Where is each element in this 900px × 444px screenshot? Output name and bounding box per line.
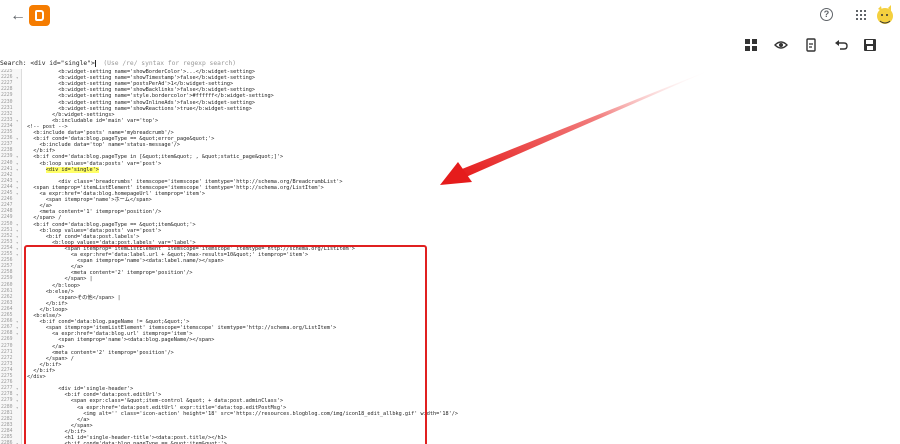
save-icon[interactable] — [863, 38, 877, 52]
blogger-logo-icon[interactable] — [29, 5, 50, 26]
search-match-highlight: <div id='single'> — [45, 166, 99, 173]
text-cursor — [94, 59, 96, 67]
search-input[interactable]: <div id="single"> — [30, 60, 94, 67]
editor-toolbar — [0, 32, 900, 58]
search-hint: (Use /re/ syntax for regexp search) — [103, 60, 237, 67]
apps-grid-icon[interactable] — [856, 10, 866, 20]
preview-icon[interactable] — [774, 38, 788, 52]
help-circle-icon[interactable]: ? — [820, 8, 833, 21]
top-app-bar: ← ? — [0, 0, 900, 32]
arrow-back-icon[interactable]: ← — [8, 6, 28, 26]
layout-icon[interactable] — [744, 38, 758, 52]
red-arrow-annotation — [440, 68, 715, 185]
user-avatar-icon[interactable] — [874, 4, 894, 26]
search-label: Search: — [0, 60, 27, 67]
copy-icon[interactable] — [804, 38, 818, 52]
undo-icon[interactable] — [834, 38, 848, 52]
